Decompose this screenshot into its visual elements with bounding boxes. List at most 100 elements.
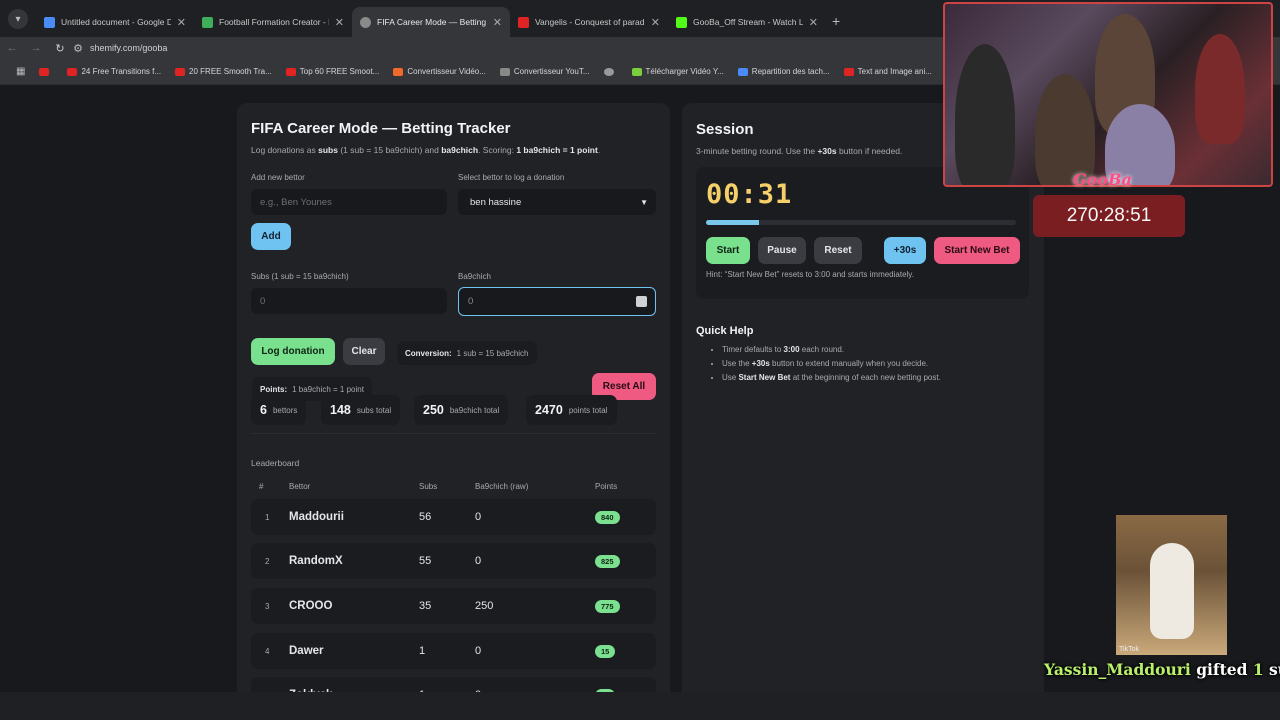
close-icon[interactable]: ✕ bbox=[177, 16, 186, 29]
close-icon[interactable]: ✕ bbox=[651, 16, 660, 29]
dog-video-overlay: TikTok bbox=[1116, 515, 1227, 655]
ba9chich-label: Ba9chich bbox=[458, 272, 491, 281]
list-item: Use the +30s button to extend manually w… bbox=[722, 357, 941, 371]
dog-image bbox=[1150, 543, 1194, 639]
session-description: 3-minute betting round. Use the +30s but… bbox=[696, 146, 903, 156]
close-icon[interactable]: ✕ bbox=[335, 16, 344, 29]
add-bettor-label: Add new bettor bbox=[251, 173, 305, 182]
bettor-name-input[interactable]: e.g., Ben Younes bbox=[251, 189, 447, 215]
list-item: Timer defaults to 3:00 each round. bbox=[722, 343, 941, 357]
col-rank: # bbox=[259, 482, 264, 491]
bettor-select[interactable]: ben hassine ▼ bbox=[458, 189, 656, 215]
bookmark-convertisseur-video[interactable]: Convertisseur Vidéo... bbox=[393, 67, 486, 76]
bookmark-text-image[interactable]: Text and Image ani... bbox=[843, 67, 932, 76]
close-icon[interactable]: ✕ bbox=[809, 16, 818, 29]
page-title: FIFA Career Mode — Betting Tracker bbox=[251, 120, 511, 137]
bookmark-top-60[interactable]: Top 60 FREE Smoot... bbox=[285, 67, 379, 76]
points-badge: 15 bbox=[595, 644, 616, 658]
table-row: 1 Maddourii 56 0 840 bbox=[251, 499, 656, 535]
bookmark-telecharger[interactable]: Télécharger Vidéo Y... bbox=[631, 67, 724, 76]
stream-badge: GooBa bbox=[1073, 170, 1132, 189]
betting-tracker-panel: FIFA Career Mode — Betting Tracker Log d… bbox=[237, 103, 670, 713]
quick-help-title: Quick Help bbox=[696, 325, 754, 337]
tab-formation-creator[interactable]: Football Formation Creator - M ✕ bbox=[194, 7, 352, 37]
youtube-icon bbox=[285, 67, 296, 76]
col-subs: Subs bbox=[419, 482, 438, 491]
table-row: 3 CROOO 35 250 775 bbox=[251, 588, 656, 624]
bookmark-convertisseur-youtube[interactable]: Convertisseur YouT... bbox=[499, 67, 590, 76]
stat-bettors: 6 bettors bbox=[251, 395, 307, 425]
reload-icon[interactable]: ↻ bbox=[48, 42, 72, 55]
table-row: 2 RandomX 55 0 825 bbox=[251, 543, 656, 579]
start-button[interactable]: Start bbox=[706, 237, 750, 264]
conversion-chip: Conversion: 1 sub = 15 ba9chich bbox=[397, 341, 537, 365]
site-info-icon[interactable]: ⚙ bbox=[72, 42, 84, 55]
stat-ba9chich-total: 250 ba9chich total bbox=[414, 395, 509, 425]
new-tab-icon[interactable]: + bbox=[832, 13, 840, 29]
webcam-overlay bbox=[943, 2, 1273, 187]
back-icon[interactable]: ← bbox=[0, 42, 24, 54]
webcam-person bbox=[1195, 34, 1245, 144]
gift-alert: Yassin_Maddouri gifted 1 sub( bbox=[1044, 660, 1280, 679]
plus-30s-button[interactable]: +30s bbox=[884, 237, 926, 264]
bookmark-transitions[interactable]: 24 Free Transitions f... bbox=[67, 67, 161, 76]
table-row: 4 Dawer 1 0 15 bbox=[251, 633, 656, 669]
webcam-person bbox=[955, 44, 1015, 185]
docs-icon bbox=[44, 16, 55, 28]
session-title: Session bbox=[696, 121, 754, 138]
session-panel: Session 3-minute betting round. Use the … bbox=[682, 103, 1044, 703]
globe-icon bbox=[603, 67, 614, 76]
log-donation-button[interactable]: Log donation bbox=[251, 338, 335, 365]
url-field[interactable]: shemify.com/gooba bbox=[90, 43, 167, 53]
close-icon[interactable]: ✕ bbox=[493, 16, 502, 29]
subathon-counter: 270:28:51 bbox=[1033, 195, 1185, 237]
bookmark-smooth-transitions[interactable]: 20 FREE Smooth Tra... bbox=[175, 67, 272, 76]
ba9chich-input[interactable]: 0 bbox=[458, 287, 656, 316]
list-item: Use Start New Bet at the beginning of ea… bbox=[722, 371, 941, 385]
converter-icon bbox=[499, 67, 510, 76]
pause-button[interactable]: Pause bbox=[758, 237, 806, 264]
apps-icon[interactable]: ▦ bbox=[16, 66, 25, 77]
timer-display: 00:31 bbox=[706, 179, 793, 210]
zamzar-icon bbox=[393, 67, 404, 76]
subs-label: Subs (1 sub = 15 ba9chich) bbox=[251, 272, 349, 281]
leaderboard-title: Leaderboard bbox=[251, 458, 300, 468]
bookmark-youtube[interactable] bbox=[39, 67, 53, 76]
tab-search-icon[interactable]: ▾ bbox=[8, 9, 28, 29]
points-badge: 840 bbox=[595, 510, 620, 524]
forward-icon[interactable]: → bbox=[24, 42, 48, 54]
tab-kick-stream[interactable]: GooBa_Off Stream - Watch Live ✕ bbox=[668, 7, 826, 37]
bottom-bar bbox=[0, 692, 1280, 720]
docs-icon bbox=[737, 67, 748, 76]
youtube-icon bbox=[175, 67, 186, 76]
points-badge: 825 bbox=[595, 554, 620, 568]
clear-button[interactable]: Clear bbox=[343, 338, 385, 365]
youtube-icon bbox=[67, 67, 78, 76]
points-badge: 775 bbox=[595, 599, 620, 613]
youtube-icon bbox=[843, 67, 854, 76]
youtube-icon bbox=[39, 67, 50, 76]
tab-betting-tracker[interactable]: FIFA Career Mode — Betting Tr ✕ bbox=[352, 7, 510, 37]
timer-progress-bar bbox=[706, 220, 1016, 225]
col-ba9chich: Ba9chich (raw) bbox=[475, 482, 529, 491]
tab-google-docs[interactable]: Untitled document - Google Do ✕ bbox=[36, 7, 194, 37]
divider bbox=[251, 433, 656, 434]
col-points: Points bbox=[595, 482, 618, 491]
bookmark-repartition[interactable]: Repartition des tach... bbox=[737, 67, 830, 76]
football-icon bbox=[202, 16, 213, 28]
reset-button[interactable]: Reset bbox=[814, 237, 862, 264]
tab-vangelis[interactable]: Vangelis - Conquest of paradise ✕ bbox=[510, 7, 668, 37]
download-icon bbox=[631, 67, 642, 76]
tiktok-watermark: TikTok bbox=[1119, 646, 1139, 653]
bookmark-globe[interactable] bbox=[603, 67, 618, 76]
start-new-bet-button[interactable]: Start New Bet bbox=[934, 237, 1020, 264]
spinner-icon[interactable] bbox=[636, 296, 647, 307]
col-bettor: Bettor bbox=[289, 482, 311, 491]
stat-subs-total: 148 subs total bbox=[321, 395, 401, 425]
subs-input[interactable]: 0 bbox=[251, 288, 447, 314]
chevron-down-icon: ▼ bbox=[640, 197, 648, 207]
globe-icon bbox=[360, 16, 371, 28]
kick-icon bbox=[676, 16, 687, 28]
add-bettor-button[interactable]: Add bbox=[251, 223, 291, 250]
timer-hint: Hint: “Start New Bet” resets to 3:00 and… bbox=[706, 270, 914, 279]
